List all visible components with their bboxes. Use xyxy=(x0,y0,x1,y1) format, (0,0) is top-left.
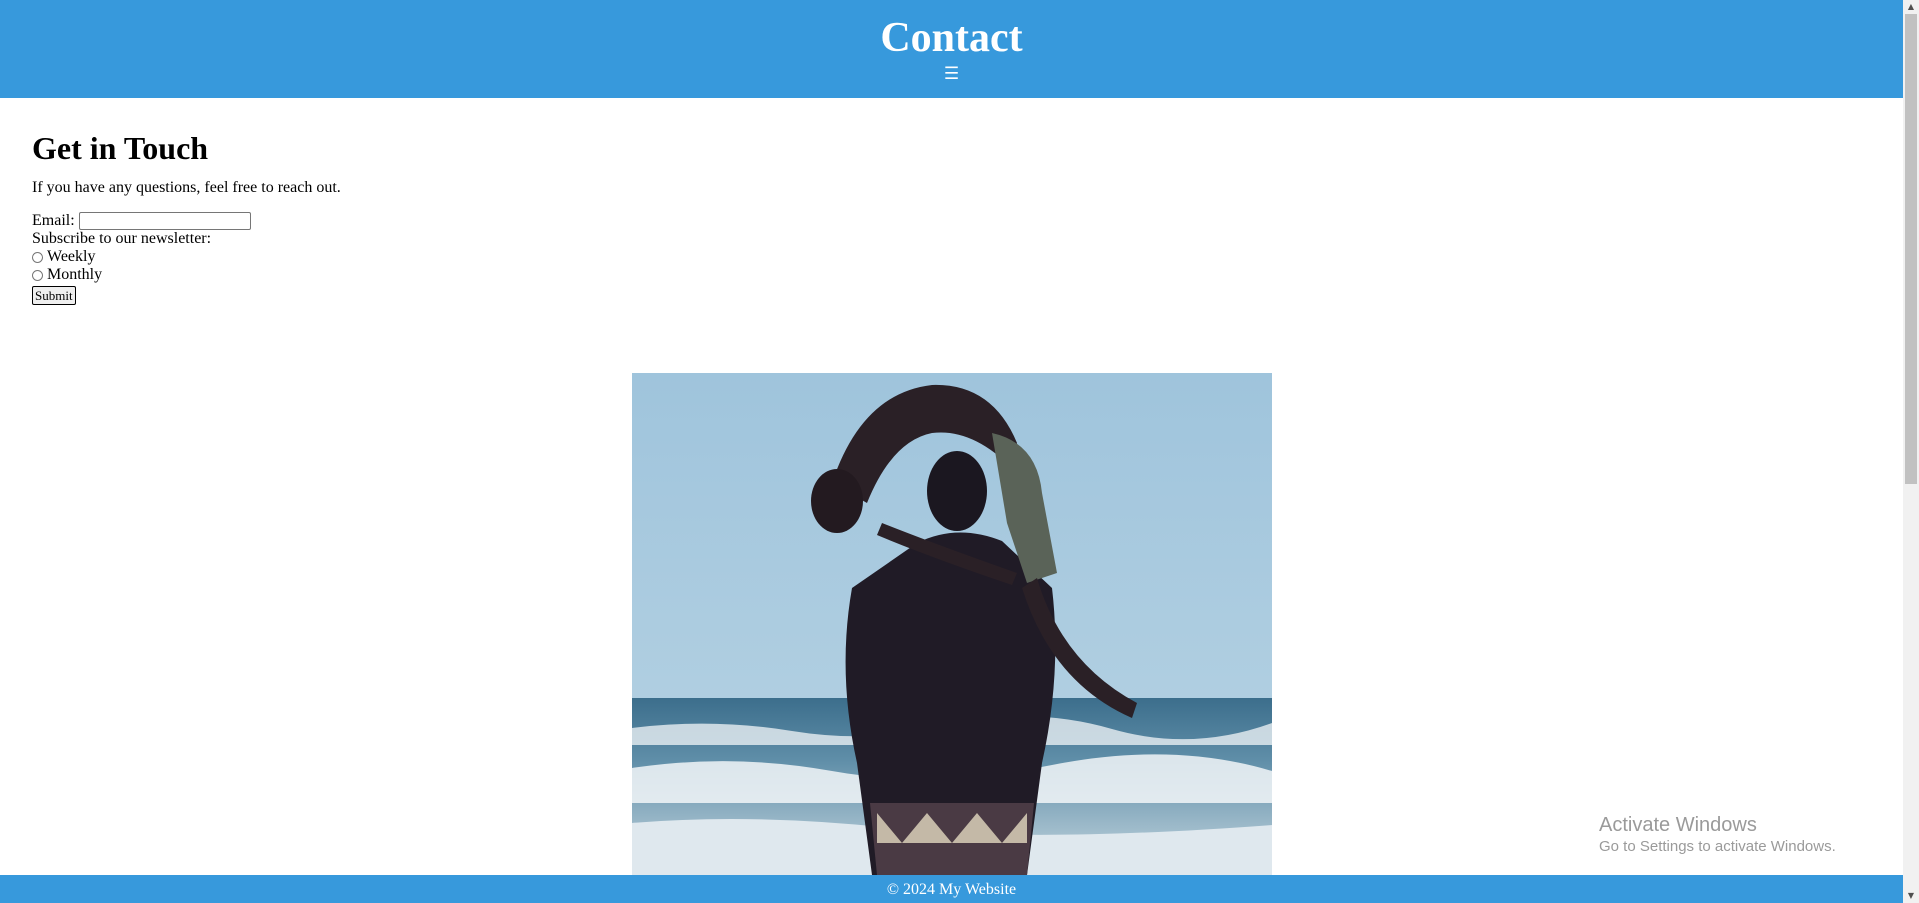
contact-section: Get in Touch If you have any questions, … xyxy=(32,128,341,305)
footer-text: © 2024 My Website xyxy=(886,881,1017,898)
hamburger-menu-icon[interactable]: ☰ xyxy=(944,64,959,84)
scroll-up-arrow-icon[interactable]: ▲ xyxy=(1903,0,1919,14)
watermark-title: Activate Windows xyxy=(1599,814,1757,836)
contact-form: Email: Subscribe to our newsletter: Week… xyxy=(32,212,341,305)
site-header: Contact ☰ xyxy=(0,0,1903,98)
site-footer: © 2024 My Website xyxy=(0,875,1903,903)
scroll-down-arrow-icon[interactable]: ▼ xyxy=(1903,889,1919,903)
radio-option-monthly[interactable]: Monthly xyxy=(32,266,341,284)
radio-option-weekly[interactable]: Weekly xyxy=(32,248,341,266)
monthly-radio[interactable] xyxy=(32,269,43,281)
weekly-label: Weekly xyxy=(47,248,96,265)
photo-illustration xyxy=(632,373,1272,875)
activation-watermark: Activate Windows Go to Settings to activ… xyxy=(1599,813,1836,857)
newsletter-label: Subscribe to our newsletter: xyxy=(32,230,212,247)
vertical-scrollbar[interactable]: ▲ ▼ xyxy=(1903,0,1919,903)
monthly-label: Monthly xyxy=(47,266,103,283)
page-title: Contact xyxy=(880,15,1023,61)
intro-text: If you have any questions, feel free to … xyxy=(32,179,341,196)
email-input[interactable] xyxy=(78,212,251,230)
email-label: Email: xyxy=(32,212,75,229)
submit-button[interactable]: Submit xyxy=(32,286,76,305)
section-heading: Get in Touch xyxy=(32,130,209,166)
scrollbar-thumb[interactable] xyxy=(1905,14,1917,484)
beach-photo xyxy=(632,373,1272,875)
weekly-radio[interactable] xyxy=(32,251,43,263)
page: Contact ☰ Get in Touch If you have any q… xyxy=(0,0,1903,903)
watermark-subtitle: Go to Settings to activate Windows. xyxy=(1599,838,1836,855)
